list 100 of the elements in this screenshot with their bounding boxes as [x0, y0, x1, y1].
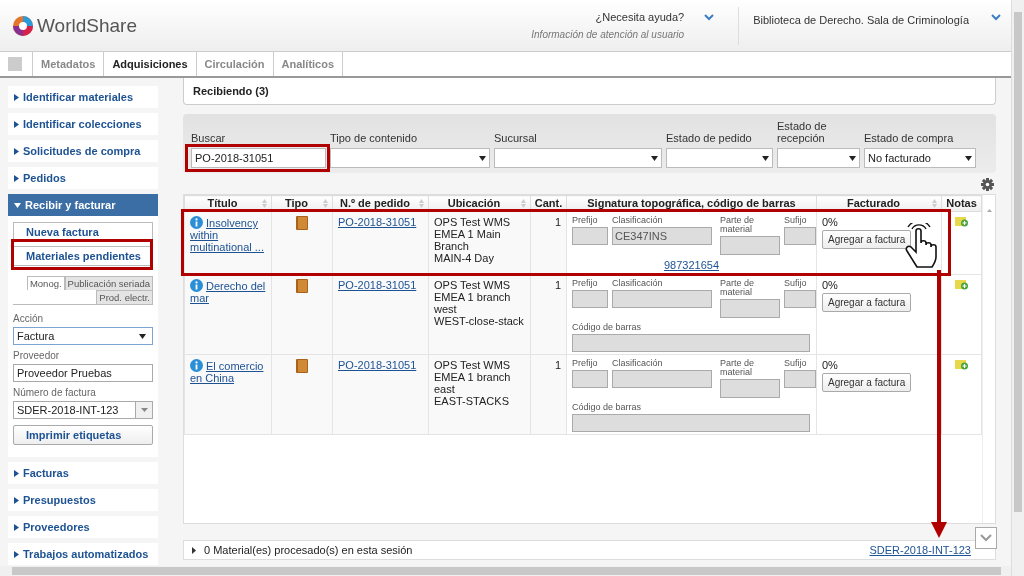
caret-icon [479, 155, 486, 161]
input-field[interactable] [720, 236, 780, 255]
input-field[interactable] [720, 299, 780, 318]
subtab[interactable]: Publicación seriada [64, 276, 153, 290]
book-icon [296, 216, 308, 230]
sidebar-item[interactable]: Facturas [8, 462, 158, 484]
sidebar-link[interactable]: Nueva factura [13, 222, 153, 242]
caret-icon [762, 155, 769, 161]
caret-icon [651, 155, 658, 161]
field-label: Parte de material [720, 216, 756, 234]
sidebar-item[interactable]: Presupuestos [8, 489, 158, 511]
triangle-right-icon[interactable] [192, 546, 196, 554]
caret-icon [139, 333, 146, 339]
sidebar-item[interactable]: Proveedores [8, 516, 158, 538]
input-field[interactable]: Proveedor Pruebas [13, 364, 153, 382]
field-label: Código de barras [572, 403, 643, 412]
add-to-invoice-button[interactable]: Agregar a factura [822, 293, 912, 312]
field-label: Prefijo [572, 359, 599, 368]
order-link[interactable]: PO-2018-31051 [338, 279, 417, 291]
combo-field[interactable]: SDER-2018-INT-123 [13, 401, 153, 419]
tab[interactable]: Analíticos [272, 52, 344, 76]
triangle-down-icon [14, 202, 21, 208]
library-name[interactable]: Biblioteca de Derecho. Sala de Criminología [753, 14, 969, 26]
select-field[interactable] [777, 148, 860, 168]
sidebar-item[interactable]: Pedidos [8, 167, 158, 189]
subtab[interactable]: Prod. electr. [96, 290, 153, 304]
barcode-link[interactable]: 987321654 [663, 259, 720, 271]
input-field[interactable] [720, 379, 780, 398]
add-to-invoice-button[interactable]: Agregar a factura [822, 230, 912, 249]
select-field[interactable] [330, 148, 490, 168]
sidebar-item[interactable]: Identificar materiales [8, 86, 158, 108]
field-label: Clasificación [612, 216, 664, 225]
chevron-down-icon[interactable] [704, 14, 715, 21]
filter-label: Estado de recepción [777, 120, 828, 144]
scroll-down-button[interactable] [975, 527, 997, 549]
chevron-down-icon[interactable] [991, 14, 1001, 21]
triangle-right-icon [14, 174, 19, 182]
triangle-right-icon [14, 120, 19, 128]
collapse-button[interactable] [8, 57, 22, 71]
add-to-invoice-button[interactable]: Agregar a factura [822, 373, 912, 392]
input-field[interactable] [784, 227, 816, 245]
search-field[interactable]: PO-2018-31051 [191, 148, 326, 168]
invoice-link[interactable]: SDER-2018-INT-123 [869, 544, 971, 556]
location-text: OPS Test WMS EMEA 1 Main Branch [434, 216, 512, 252]
note-add-icon[interactable] [955, 216, 968, 227]
input-field[interactable] [572, 227, 608, 245]
field-label: Sufijo [784, 279, 808, 288]
scrollbar[interactable] [982, 195, 995, 523]
sidebar-link[interactable]: Materiales pendientes [13, 246, 153, 266]
logo-icon [12, 14, 34, 37]
print-labels-button[interactable]: Imprimir etiquetas [13, 425, 153, 445]
field-label: Acción [13, 313, 44, 324]
info-icon[interactable] [190, 279, 203, 292]
field-label: Clasificación [612, 279, 664, 288]
field-label: Prefijo [572, 216, 599, 225]
filter-label: Tipo de contenido [330, 132, 419, 144]
session-summary: 0 Material(es) procesado(s) en esta sesión [204, 544, 413, 556]
field-label: Parte de material [720, 359, 756, 377]
sidebar-item[interactable]: Solicitudes de compra [8, 140, 158, 162]
field-label: Código de barras [572, 323, 643, 332]
select-field[interactable] [494, 148, 662, 168]
note-add-icon[interactable] [955, 359, 968, 370]
shelf-text: WEST-close-stack [434, 315, 525, 327]
location-text: OPS Test WMS EMEA 1 branch west [434, 279, 512, 315]
input-field[interactable] [572, 370, 608, 388]
note-add-icon[interactable] [955, 279, 968, 290]
input-field[interactable] [572, 414, 810, 432]
input-field[interactable] [784, 370, 816, 388]
settings-icon[interactable] [981, 178, 994, 191]
filter-label: Sucursal [494, 132, 538, 144]
info-icon[interactable] [190, 359, 203, 372]
input-field[interactable] [612, 290, 712, 308]
select-field[interactable] [666, 148, 773, 168]
input-field[interactable] [572, 290, 608, 308]
help-link[interactable]: ¿Necesita ayuda? [531, 11, 685, 23]
scrollbar[interactable] [0, 566, 1011, 576]
select-field[interactable]: No facturado [864, 148, 976, 168]
sidebar-item[interactable]: Identificar colecciones [8, 113, 158, 135]
info-icon[interactable] [190, 216, 203, 229]
filter-label: Estado de compra [864, 132, 955, 144]
filter-label: Buscar [191, 132, 227, 144]
order-link[interactable]: PO-2018-31051 [338, 359, 417, 371]
triangle-right-icon [14, 469, 19, 477]
scrollbar[interactable] [1011, 0, 1024, 576]
subtab[interactable]: Monog. [26, 276, 65, 290]
chevron-down-icon [980, 534, 992, 542]
input-field[interactable] [572, 334, 810, 352]
invoiced-percent: 0% [822, 216, 839, 228]
field-label: Parte de material [720, 279, 756, 297]
input-field[interactable]: CE347INS [612, 227, 712, 245]
input-field[interactable] [784, 290, 816, 308]
help-subtitle: Información de atención al usuario [531, 29, 685, 40]
sidebar-item[interactable]: Recibir y facturar [8, 194, 158, 216]
book-icon [296, 359, 308, 373]
sidebar-item[interactable]: Trabajos automatizados [8, 543, 158, 565]
order-link[interactable]: PO-2018-31051 [338, 216, 417, 228]
select-field[interactable]: Factura [13, 327, 153, 345]
shelf-text: MAIN-4 Day [434, 252, 495, 264]
scroll-up-icon [986, 209, 992, 212]
input-field[interactable] [612, 370, 712, 388]
